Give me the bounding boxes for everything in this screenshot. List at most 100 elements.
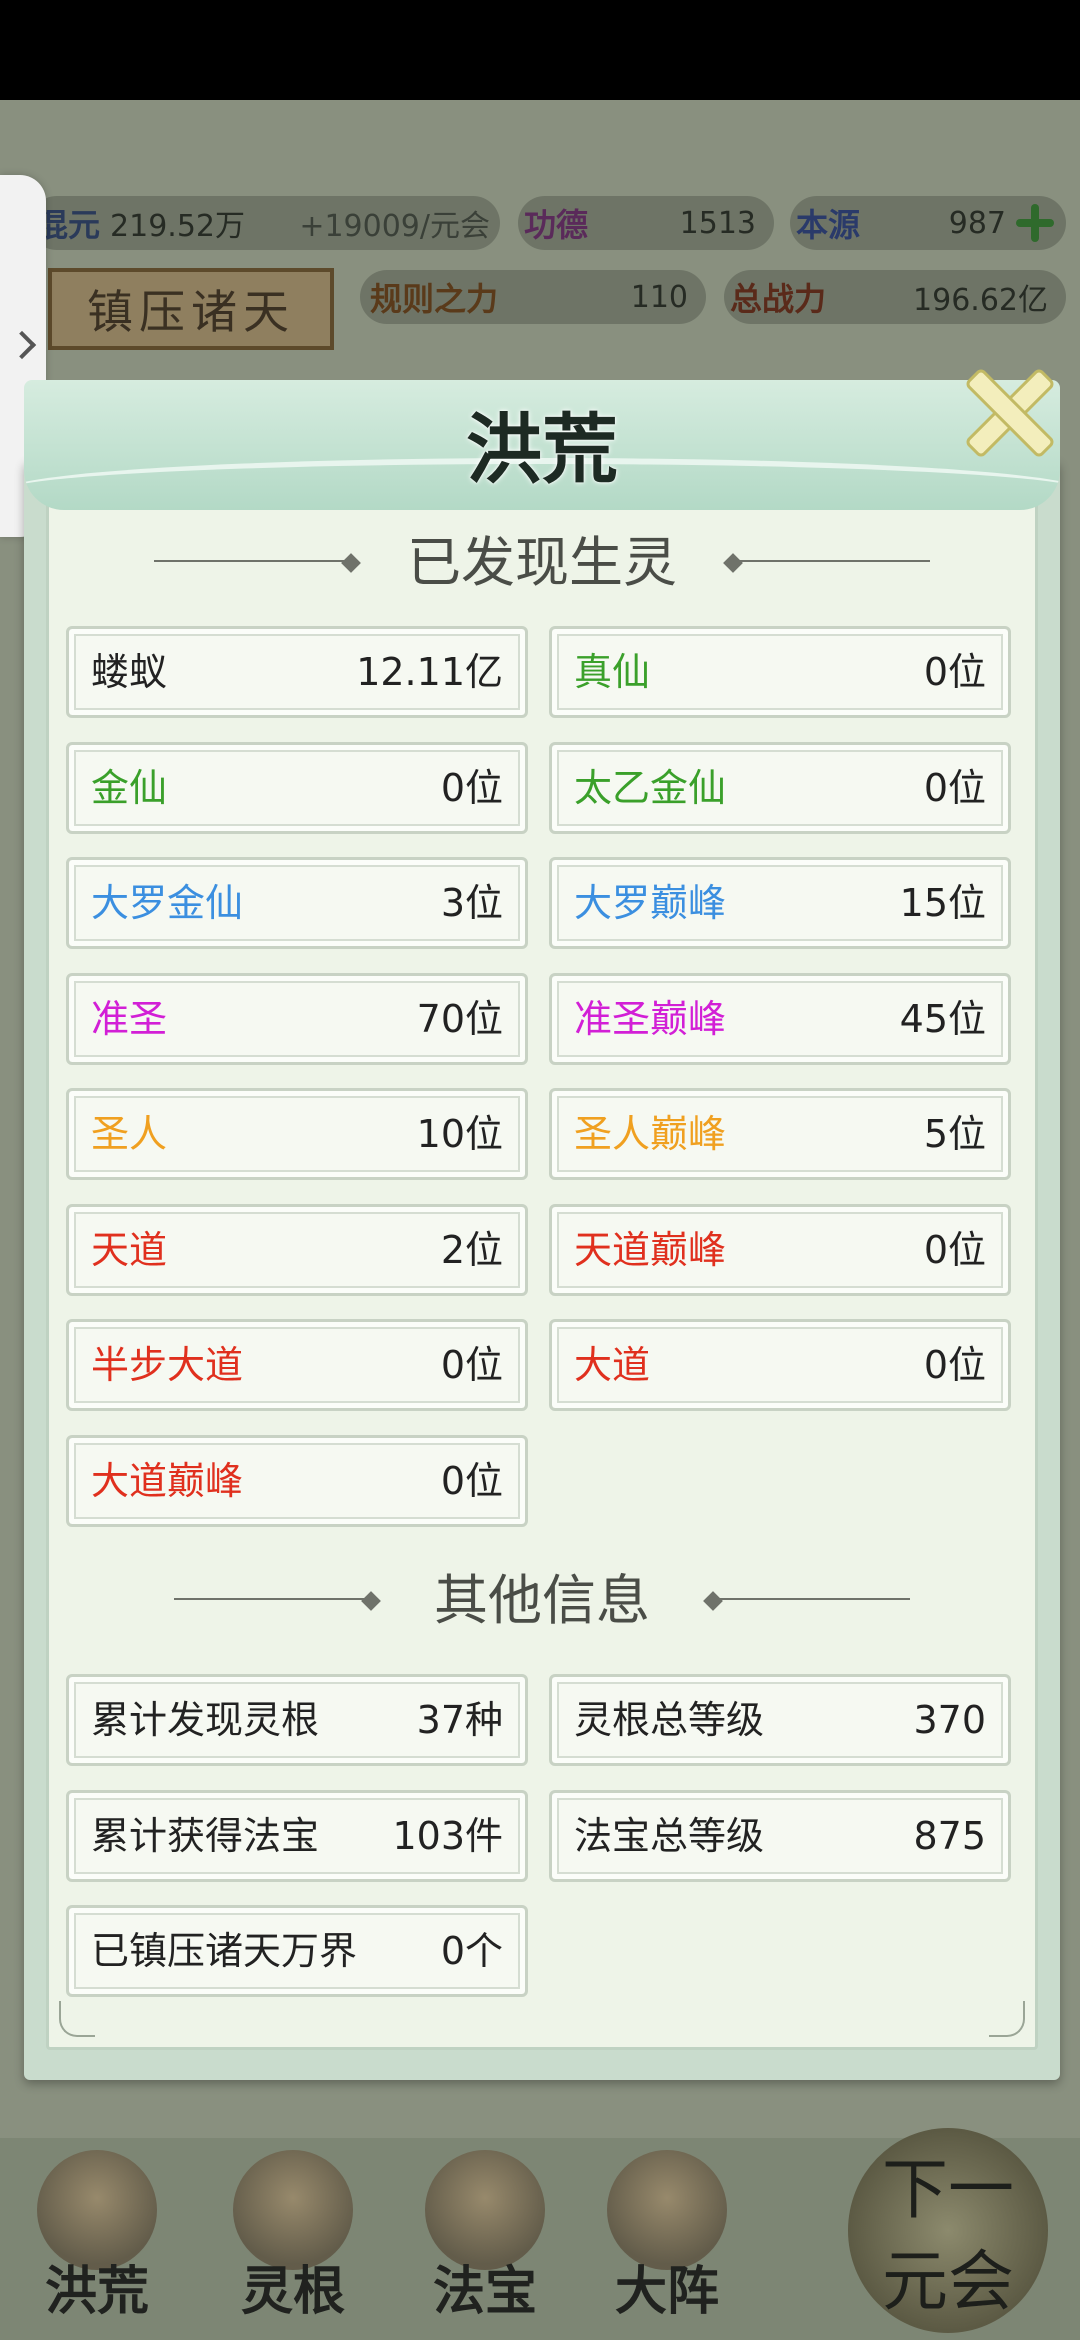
- info-cell: 已镇压诸天万界 0个: [66, 1905, 528, 1997]
- being-label: 真仙: [574, 650, 651, 694]
- being-value: 10位: [416, 1112, 503, 1156]
- hud-rule-power-value: 110: [630, 279, 688, 315]
- section-title-other: 其他信息: [24, 1566, 1060, 1636]
- being-cell: 大道巅峰 0位: [66, 1434, 528, 1527]
- being-label: 大道巅峰: [91, 1458, 244, 1503]
- section-title-text: 其他信息: [434, 1569, 650, 1632]
- being-cell: 蝼蚁 12.11亿: [66, 626, 528, 718]
- ornament-right: [720, 1598, 910, 1608]
- chevron-right-icon: [7, 330, 37, 360]
- hud-origin-label: 本源: [796, 206, 861, 244]
- nav-label: 洪荒: [44, 2261, 149, 2322]
- nav-formation[interactable]: 大阵: [582, 2150, 752, 2330]
- info-cell: 累计发现灵根 37种: [66, 1674, 528, 1766]
- being-label: 金仙: [91, 765, 168, 810]
- next-era-button[interactable]: 下一 元会: [848, 2128, 1048, 2333]
- diamond-ornament: [341, 553, 361, 573]
- hud-merit-value: 1513: [679, 205, 756, 241]
- nav-treasure[interactable]: 法宝: [400, 2150, 570, 2330]
- info-value: 0个: [440, 1929, 503, 1973]
- being-label: 圣人: [91, 1112, 168, 1156]
- nav-label: 灵根: [240, 2261, 345, 2322]
- corner-ornament: [59, 2001, 95, 2037]
- info-label: 法宝总等级: [574, 1813, 765, 1858]
- being-cell: 金仙 0位: [66, 741, 528, 834]
- being-cell: 大罗金仙 3位: [66, 857, 528, 949]
- being-cell: 大罗巅峰 15位: [549, 857, 1011, 949]
- info-cell: 灵根总等级 370: [549, 1674, 1011, 1766]
- info-label: 已镇压诸天万界: [91, 1929, 358, 1973]
- being-value: 70位: [416, 996, 503, 1041]
- plus-icon[interactable]: [1012, 200, 1058, 246]
- hud-total-power-value: 196.62亿: [913, 283, 1048, 318]
- nav-label: 法宝: [432, 2261, 537, 2322]
- being-cell: 天道 2位: [66, 1203, 528, 1296]
- next-era-line1: 下一: [882, 2151, 1014, 2228]
- close-button[interactable]: [952, 356, 1062, 466]
- info-value: 103件: [392, 1813, 503, 1858]
- being-value: 5位: [923, 1112, 986, 1156]
- nav-honghuang[interactable]: 洪荒: [12, 2150, 182, 2330]
- being-cell: 准圣 70位: [66, 972, 528, 1065]
- being-value: 45位: [899, 996, 986, 1041]
- being-label: 太乙金仙: [574, 765, 727, 810]
- being-value: 0位: [440, 1343, 503, 1387]
- hud-merit-label: 功德: [524, 206, 589, 244]
- info-label: 累计发现灵根: [91, 1698, 320, 1742]
- ornament-right: [740, 560, 930, 570]
- hud-hunyuan: 混元 219.52万 +19009/元会: [30, 196, 500, 250]
- being-cell: 天道巅峰 0位: [549, 1203, 1011, 1296]
- ornament-left: [154, 560, 344, 570]
- being-cell: 圣人 10位: [66, 1088, 528, 1180]
- being-cell: 圣人巅峰 5位: [549, 1088, 1011, 1180]
- being-label: 大道: [574, 1343, 651, 1387]
- being-label: 天道: [91, 1227, 168, 1272]
- hud-origin: 本源 987: [790, 196, 1066, 250]
- nav-label: 大阵: [614, 2261, 719, 2322]
- being-cell: 准圣巅峰 45位: [549, 972, 1011, 1065]
- hud-total-power-label: 总战力: [730, 280, 827, 318]
- nav-spirit-root[interactable]: 灵根: [208, 2150, 378, 2330]
- being-cell: 半步大道 0位: [66, 1319, 528, 1411]
- info-value: 370: [913, 1698, 986, 1742]
- being-label: 半步大道: [91, 1343, 244, 1387]
- being-value: 0位: [923, 765, 986, 810]
- being-cell: 太乙金仙 0位: [549, 741, 1011, 834]
- being-label: 蝼蚁: [91, 650, 168, 694]
- hud-hunyuan-value: 219.52万: [110, 209, 245, 244]
- being-label: 大罗巅峰: [574, 881, 727, 925]
- being-value: 12.11亿: [356, 650, 503, 694]
- being-value: 3位: [440, 881, 503, 925]
- info-cell: 累计获得法宝 103件: [66, 1789, 528, 1882]
- info-label: 累计获得法宝: [91, 1813, 320, 1858]
- info-value: 875: [913, 1813, 986, 1858]
- corner-ornament: [989, 2001, 1025, 2037]
- status-bar: [0, 0, 1080, 100]
- being-label: 准圣巅峰: [574, 996, 727, 1041]
- honghuang-panel: 洪荒 已发现生灵 其他信息 蝼蚁 12.11亿 真仙 0位 金仙 0位 太乙金仙 0位 大罗金仙…: [24, 380, 1060, 2080]
- being-label: 圣人巅峰: [574, 1112, 727, 1156]
- next-era-line2: 元会: [882, 2243, 1014, 2320]
- hud-rule-power: 规则之力 110: [360, 270, 706, 324]
- info-cell: 法宝总等级 875: [549, 1789, 1011, 1882]
- ornament-left: [174, 1598, 364, 1608]
- being-value: 2位: [440, 1227, 503, 1272]
- suppress-realms-banner[interactable]: 镇压诸天: [48, 268, 334, 350]
- panel-title: 洪荒: [466, 405, 618, 494]
- hud-hunyuan-rate: +19009/元会: [299, 209, 490, 244]
- being-label: 大罗金仙: [91, 881, 244, 925]
- diamond-ornament: [361, 1591, 381, 1611]
- info-label: 灵根总等级: [574, 1698, 765, 1742]
- being-label: 准圣: [91, 996, 168, 1041]
- being-cell: 大道 0位: [549, 1319, 1011, 1411]
- hud-origin-value: 987: [948, 205, 1006, 241]
- being-value: 0位: [440, 765, 503, 810]
- section-title-beings: 已发现生灵: [24, 528, 1060, 598]
- hud-total-power: 总战力 196.62亿: [724, 270, 1066, 324]
- section-title-text: 已发现生灵: [407, 531, 677, 594]
- hud-merit: 功德 1513: [518, 196, 774, 250]
- being-value: 0位: [440, 1458, 503, 1503]
- being-value: 0位: [923, 1343, 986, 1387]
- hud-rule-power-label: 规则之力: [370, 280, 499, 318]
- being-cell: 真仙 0位: [549, 626, 1011, 718]
